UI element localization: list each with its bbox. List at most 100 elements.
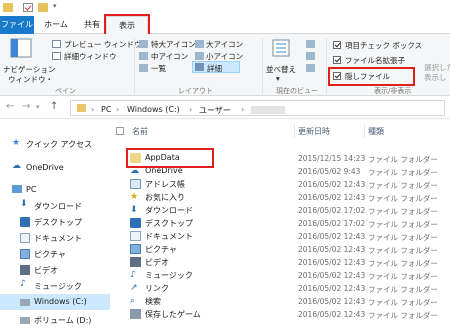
row-type: ファイル フォルダー	[368, 233, 438, 242]
row-type: ファイル フォルダー	[368, 194, 438, 203]
breadcrumb-users[interactable]: ユーザー	[199, 105, 231, 116]
hidden-items-label: 隠しファイル	[345, 72, 390, 81]
row-type: ファイル フォルダー	[368, 220, 438, 229]
breadcrumb-separator-icon: ›	[91, 105, 95, 114]
layout-option-details[interactable]: 詳細	[192, 61, 240, 73]
row-date: 2016/05/02 12:43	[298, 245, 366, 254]
nav-item-videos[interactable]: ビデオ	[0, 262, 110, 278]
navigation-pane: ★ クイック アクセス ☁ OneDrive PC ⬇ ダウンロード デスクトッ…	[0, 120, 110, 332]
row-name: 保存したゲーム	[145, 310, 201, 319]
navigation-pane-icon	[10, 38, 32, 58]
tab-home[interactable]: ホーム	[38, 16, 74, 34]
ribbon-divider	[134, 38, 135, 94]
table-row[interactable]: ピクチャ 2016/05/02 12:43 ファイル フォルダー	[110, 243, 450, 256]
row-date: 2016/05/02 12:43	[298, 297, 366, 306]
tab-view[interactable]: 表示	[106, 16, 148, 35]
table-row[interactable]: デスクトップ 2016/05/02 17:02 ファイル フォルダー	[110, 217, 450, 230]
add-columns-icon[interactable]	[306, 52, 315, 60]
address-bar[interactable]: › PC › Windows (C:) › ユーザー ›	[70, 100, 445, 116]
back-button[interactable]: ←	[6, 101, 14, 112]
tab-file[interactable]: ファイル	[0, 16, 34, 34]
saved-games-icon	[130, 309, 141, 319]
drive-icon	[20, 299, 30, 306]
details-pane-label: 詳細ウィンドウ	[64, 52, 117, 61]
link-arrow-icon: ↗	[130, 283, 138, 293]
table-row[interactable]: ↗ リンク 2016/05/02 12:43 ファイル フォルダー	[110, 282, 450, 295]
nav-item-windows-c[interactable]: Windows (C:)	[0, 294, 110, 310]
item-checkboxes-checkbox[interactable]	[333, 41, 341, 49]
nav-item-desktop[interactable]: デスクトップ	[0, 214, 110, 230]
nav-item-quick-access[interactable]: ★ クイック アクセス	[0, 136, 110, 152]
table-row[interactable]: ☁ OneDrive 2016/05/02 9:43 ファイル フォルダー	[110, 165, 450, 178]
file-extensions-checkbox[interactable]	[333, 56, 341, 64]
table-row[interactable]: ドキュメント 2016/05/02 12:43 ファイル フォルダー	[110, 230, 450, 243]
nav-item-pictures[interactable]: ピクチャ	[0, 246, 110, 262]
nav-item-downloads[interactable]: ⬇ ダウンロード	[0, 198, 110, 214]
table-row[interactable]: AppData 2015/12/15 14:23 ファイル フォルダー	[110, 152, 450, 165]
up-button[interactable]: ↑	[50, 101, 58, 112]
layout-label-large: 大アイコン	[206, 40, 244, 49]
document-icon	[20, 233, 30, 243]
row-name: デスクトップ	[145, 219, 193, 228]
row-name: ミュージック	[145, 271, 193, 280]
current-view-group-label: 現在のビュー	[276, 87, 318, 95]
picture-icon	[20, 249, 30, 259]
breadcrumb-user-redacted[interactable]	[251, 106, 285, 114]
row-date: 2016/05/02 12:43	[298, 232, 366, 241]
picture-icon	[130, 244, 141, 254]
row-name: ドキュメント	[145, 232, 193, 241]
nav-item-volume-d[interactable]: ボリューム (D:)	[0, 312, 110, 328]
column-divider[interactable]	[364, 124, 365, 138]
row-date: 2016/05/02 12:43	[298, 271, 366, 280]
nav-label: デスクトップ	[34, 218, 82, 227]
cloud-icon: ☁	[130, 166, 139, 176]
medium-icons-icon	[139, 52, 148, 60]
pane-group-label: ペイン	[55, 87, 76, 95]
breadcrumb-windows-c[interactable]: Windows (C:)	[127, 105, 180, 114]
recent-locations-icon[interactable]: ▾	[36, 103, 40, 111]
hidden-items-checkbox[interactable]	[333, 72, 341, 80]
table-row[interactable]: ★ お気に入り 2016/05/02 12:43 ファイル フォルダー	[110, 191, 450, 204]
column-header-date[interactable]: 更新日時	[298, 126, 330, 137]
table-row[interactable]: アドレス帳 2016/05/02 12:43 ファイル フォルダー	[110, 178, 450, 191]
quick-access-dropdown-icon[interactable]: ▾	[53, 2, 59, 11]
nav-label: ビデオ	[34, 266, 58, 275]
nav-item-pc[interactable]: PC	[0, 182, 110, 198]
breadcrumb-separator-icon: ›	[241, 105, 245, 114]
column-header-name[interactable]: 名前	[132, 126, 148, 137]
nav-item-music[interactable]: ♪ ミュージック	[0, 278, 110, 294]
details-pane-icon	[52, 52, 61, 60]
nav-item-documents[interactable]: ドキュメント	[0, 230, 110, 246]
new-folder-icon[interactable]	[38, 3, 48, 12]
breadcrumb-separator-icon: ›	[116, 105, 120, 114]
file-list: 名前 更新日時 種類 AppData 2015/12/15 14:23 ファイル…	[110, 120, 450, 332]
forward-button[interactable]: →	[22, 101, 30, 112]
row-date: 2016/05/02 17:02	[298, 206, 366, 215]
table-row[interactable]: ♪ ミュージック 2016/05/02 12:43 ファイル フォルダー	[110, 269, 450, 282]
download-arrow-icon: ⬇	[130, 205, 138, 215]
ribbon-divider	[326, 38, 327, 94]
table-row[interactable]: 保存したゲーム 2016/05/02 12:43 ファイル フォルダー	[110, 308, 450, 321]
nav-item-onedrive[interactable]: ☁ OneDrive	[0, 160, 110, 176]
table-row[interactable]: ⬇ ダウンロード 2016/05/02 17:02 ファイル フォルダー	[110, 204, 450, 217]
row-type: ファイル フォルダー	[368, 207, 438, 216]
row-date: 2016/05/02 12:43	[298, 193, 366, 202]
table-row[interactable]: ビデオ 2016/05/02 12:43 ファイル フォルダー	[110, 256, 450, 269]
table-row[interactable]: ⌕ 検索 2016/05/02 12:43 ファイル フォルダー	[110, 295, 450, 308]
properties-icon[interactable]	[23, 3, 33, 12]
large-icons-icon	[195, 40, 204, 48]
row-type: ファイル フォルダー	[368, 168, 438, 177]
row-name: リンク	[145, 284, 169, 293]
breadcrumb-pc[interactable]: PC	[101, 105, 111, 114]
row-date: 2016/05/02 12:43	[298, 310, 366, 319]
row-date: 2016/05/02 12:43	[298, 258, 366, 267]
select-all-checkbox[interactable]	[116, 127, 124, 135]
row-date: 2016/05/02 9:43	[298, 167, 361, 176]
item-checkboxes-label: 項目チェック ボックス	[345, 41, 423, 50]
size-columns-icon[interactable]	[306, 64, 315, 72]
tab-share[interactable]: 共有	[78, 16, 106, 34]
column-header-type[interactable]: 種類	[368, 126, 384, 137]
group-by-icon[interactable]	[306, 40, 315, 48]
ribbon: ナビゲーション ウィンドウ・ プレビュー ウィンドウ 詳細ウィンドウ ペイン 特…	[0, 34, 450, 96]
column-divider[interactable]	[294, 124, 295, 138]
